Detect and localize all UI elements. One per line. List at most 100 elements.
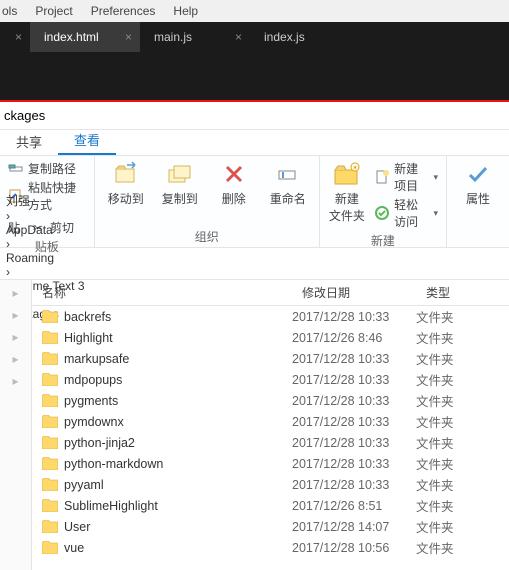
ribbon-group-new: ✶ 新建 文件夹 新建项目 ▾ 轻松访问 ▾ [320,156,447,247]
file-name: python-jinja2 [64,436,135,450]
table-row[interactable]: backrefs 2017/12/28 10:33文件夹 [32,306,509,327]
table-row[interactable]: mdpopups 2017/12/28 10:33文件夹 [32,369,509,390]
table-row[interactable]: python-jinja22017/12/28 10:33文件夹 [32,432,509,453]
breadcrumb-segment[interactable]: Roaming [6,251,85,265]
editor-tab[interactable]: index.js [250,22,360,52]
group-label: 组织 [103,226,311,245]
file-modified: 2017/12/28 14:07 [292,520,416,534]
tab-label: main.js [154,30,192,44]
file-type: 文件夹 [416,475,486,494]
chevron-right-icon[interactable]: ▸ [12,286,18,300]
chevron-down-icon: ▾ [433,172,438,183]
move-icon [112,160,140,188]
rename-icon [274,160,302,188]
chevron-down-icon: ▾ [433,208,438,219]
file-name: mdpopups [64,373,122,387]
folder-icon [42,373,58,386]
chevron-right-icon[interactable]: ▸ [12,374,18,388]
table-row[interactable]: User2017/12/28 14:07文件夹 [32,516,509,537]
col-modified[interactable]: 修改日期 [292,284,416,301]
file-type: 文件夹 [416,349,486,368]
window-title: ckages [4,108,45,123]
file-type: 文件夹 [416,307,486,326]
table-row[interactable]: vue2017/12/28 10:56文件夹 [32,537,509,558]
col-name[interactable]: 名称 [32,284,292,301]
move-to-button[interactable]: 移动到 [103,160,149,207]
file-modified: 2017/12/28 10:33 [292,310,416,324]
copy-icon [166,160,194,188]
copy-path-button[interactable]: 复制路径 [8,160,86,177]
file-modified: 2017/12/28 10:33 [292,352,416,366]
menu-item[interactable]: Project [35,4,72,18]
file-modified: 2017/12/28 10:33 [292,457,416,471]
ribbon-group-properties: 属性 [447,156,509,247]
editor-tab[interactable]: main.js × [140,22,250,52]
file-name: backrefs [64,310,111,324]
table-row[interactable]: python-markdown2017/12/28 10:33文件夹 [32,453,509,474]
breadcrumb-segment[interactable]: AppData [6,223,85,237]
new-item-button[interactable]: 新建项目 ▾ [374,160,438,194]
delete-button[interactable]: 删除 [211,160,257,207]
file-type: 文件夹 [416,328,486,347]
col-type[interactable]: 类型 [416,284,486,301]
file-modified: 2017/12/28 10:33 [292,436,416,450]
chevron-right-icon: › [6,237,10,251]
file-type: 文件夹 [416,391,486,410]
menu-item[interactable]: Preferences [91,4,156,18]
chevron-right-icon[interactable]: ▸ [12,308,18,322]
close-icon[interactable]: × [15,30,22,44]
menu-item[interactable]: ols [2,4,17,18]
table-row[interactable]: pymdownx 2017/12/28 10:33文件夹 [32,411,509,432]
file-type: 文件夹 [416,517,486,536]
chevron-right-icon: › [6,209,10,223]
table-row[interactable]: SublimeHighlight2017/12/26 8:51文件夹 [32,495,509,516]
ribbon-tab-share[interactable]: 共享 [0,128,58,155]
file-name: python-markdown [64,457,163,471]
close-icon[interactable]: × [125,30,132,44]
copy-to-button[interactable]: 复制到 [157,160,203,207]
file-modified: 2017/12/28 10:33 [292,394,416,408]
file-type: 文件夹 [416,370,486,389]
ribbon-tab-view[interactable]: 查看 [58,126,116,155]
file-modified: 2017/12/28 10:33 [292,478,416,492]
menu-item[interactable]: Help [173,4,198,18]
table-row[interactable]: pyyaml2017/12/28 10:33文件夹 [32,474,509,495]
table-row[interactable]: pygments 2017/12/28 10:33文件夹 [32,390,509,411]
folder-icon [42,352,58,365]
editor-tab[interactable]: index.html × [30,22,140,52]
file-modified: 2017/12/28 10:33 [292,415,416,429]
folder-icon [42,520,58,533]
file-name: pygments [64,394,118,408]
tab-label: index.js [264,30,305,44]
file-modified: 2017/12/26 8:46 [292,331,416,345]
rename-button[interactable]: 重命名 [265,160,311,207]
properties-button[interactable]: 属性 [455,160,501,207]
folder-icon [42,436,58,449]
file-type: 文件夹 [416,496,486,515]
nav-pane[interactable]: ▸ ▸ ▸ ▸ ▸ [0,280,32,570]
file-type: 文件夹 [416,538,486,557]
path-icon [8,161,24,177]
column-headers: 名称 修改日期 类型 [32,280,509,306]
folder-icon [42,310,58,323]
editor-tab-stub[interactable]: × [0,22,30,52]
file-modified: 2017/12/28 10:33 [292,373,416,387]
file-name: pymdownx [64,415,124,429]
easy-access-button[interactable]: 轻松访问 ▾ [374,196,438,230]
chevron-right-icon[interactable]: ▸ [12,352,18,366]
new-folder-button[interactable]: ✶ 新建 文件夹 [328,160,366,224]
table-row[interactable]: markupsafe2017/12/28 10:33文件夹 [32,348,509,369]
breadcrumb[interactable]: 刘强›AppData›Roaming›Sublime Text 3›Packag… [0,248,509,280]
editor-body-gap [0,52,509,102]
folder-icon [42,499,58,512]
table-row[interactable]: Highlight2017/12/26 8:46文件夹 [32,327,509,348]
svg-text:✶: ✶ [352,164,358,172]
new-item-icon [374,169,390,185]
close-icon[interactable]: × [235,30,242,44]
file-modified: 2017/12/28 10:56 [292,541,416,555]
file-type: 文件夹 [416,412,486,431]
folder-icon [42,457,58,470]
chevron-right-icon[interactable]: ▸ [12,330,18,344]
folder-icon [42,415,58,428]
breadcrumb-segment[interactable]: 刘强 [6,192,85,209]
